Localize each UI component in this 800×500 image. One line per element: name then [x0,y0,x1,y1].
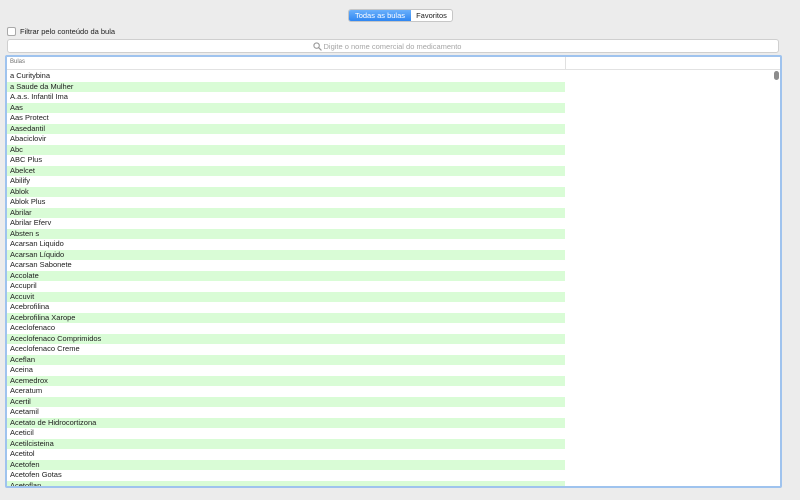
table-row[interactable]: Aceflan [7,354,565,365]
table-row[interactable]: Absten s [7,228,565,239]
table-row[interactable]: Aceticil [7,428,565,439]
tab-all-leaflets[interactable]: Todas as bulas [349,10,411,21]
table-row[interactable]: Acetofen Gotas [7,470,565,481]
table-row[interactable]: Ablok [7,186,565,197]
table-row[interactable]: Acetilcisteina [7,438,565,449]
table-row[interactable]: a Curitybina [7,71,565,82]
table-row[interactable]: a Saude da Mulher [7,81,565,92]
table-row[interactable]: Acarsan Sabonete [7,260,565,271]
filter-content-checkbox[interactable] [7,26,16,36]
leaflet-table[interactable]: Bulas a Curitybina a Saude da Mulher A.a.s… [5,55,782,488]
filter-content-label: Filtrar pelo conteúdo da bula [20,26,116,36]
table-row[interactable]: Acetofen [7,459,565,470]
table-row[interactable]: Aceclofenaco [7,323,565,334]
table-row[interactable]: Acebrofilina [7,302,565,313]
table-row[interactable]: Aceclofenaco Creme [7,344,565,355]
table-row[interactable]: Acetitol [7,449,565,460]
table-row[interactable]: Acebrofilina Xarope [7,312,565,323]
table-row[interactable]: Abilify [7,176,565,187]
table-row[interactable]: Acemedrox [7,375,565,386]
table-row[interactable]: Acarsan Liquido [7,239,565,250]
tab-favorites[interactable]: Favoritos [411,10,452,21]
table-row[interactable]: Abaciclovir [7,134,565,145]
table-row[interactable]: Aas [7,102,565,113]
table-row[interactable]: Aceratum [7,386,565,397]
table-row[interactable]: Aas Protect [7,113,565,124]
table-row[interactable]: Acetamil [7,407,565,418]
table-row[interactable]: Accuvit [7,291,565,302]
table-row[interactable]: Aasedantil [7,123,565,134]
table-row[interactable]: Acarsan Líquido [7,249,565,260]
search-field[interactable] [7,39,779,53]
table-row[interactable]: Acetoflan [7,480,565,486]
search-input[interactable] [323,41,474,51]
table-row[interactable]: A.a.s. Infantil Ima [7,92,565,103]
table-row[interactable]: ABC Plus [7,155,565,166]
table-row[interactable]: Acertil [7,396,565,407]
table-header: Bulas [7,57,780,70]
column-header-bulas[interactable]: Bulas [10,59,25,65]
table-row[interactable]: Abrilar [7,207,565,218]
table-row[interactable]: Ablok Plus [7,197,565,208]
table-row[interactable]: Aceclofenaco Comprimidos [7,333,565,344]
column-divider [565,57,566,69]
table-row[interactable]: Abc [7,144,565,155]
table-row[interactable]: Abrilar Eferv [7,218,565,229]
table-row[interactable]: Accolate [7,270,565,281]
table-row[interactable]: Abelcet [7,165,565,176]
table-rows: a Curitybina a Saude da Mulher A.a.s. Infa… [7,71,780,486]
search-icon [312,41,322,51]
filter-content-option[interactable]: Filtrar pelo conteúdo da bula [7,26,115,36]
view-segmented-control[interactable]: Todas as bulas Favoritos [348,9,453,22]
table-row[interactable]: Acetato de Hidrocortizona [7,417,565,428]
table-row[interactable]: Aceina [7,365,565,376]
table-row[interactable]: Accupril [7,281,565,292]
vertical-scrollbar[interactable] [774,71,779,80]
